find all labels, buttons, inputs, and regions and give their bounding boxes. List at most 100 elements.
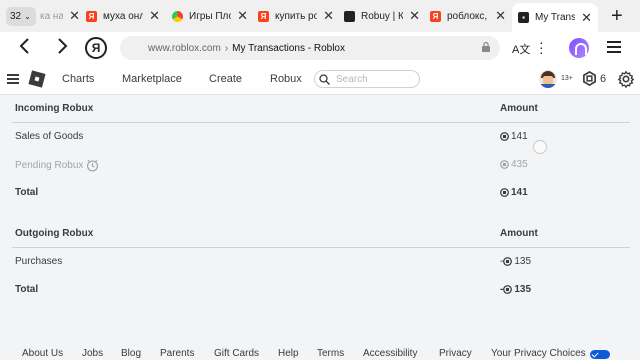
search-input[interactable] (336, 73, 406, 85)
row-amount: - 135 (500, 256, 531, 267)
close-icon[interactable]: ✕ (581, 10, 592, 26)
footer-link-privacy-choices[interactable]: Your Privacy Choices (491, 348, 586, 359)
tab-title: My Transa (535, 12, 576, 23)
nav-robux[interactable]: Robux (270, 73, 302, 85)
footer-link-privacy[interactable]: Privacy (439, 348, 472, 359)
footer-link-jobs[interactable]: Jobs (82, 348, 103, 359)
row-label: Pending Robux (15, 159, 99, 172)
row-amount: 435 (500, 159, 528, 170)
table-row-total: Total - 135 (12, 276, 630, 304)
amount-value: 135 (514, 256, 532, 267)
amount-value: 141 (511, 187, 528, 198)
yandex-icon: Я (86, 10, 97, 22)
alice-assistant-icon[interactable] (569, 38, 589, 58)
yandex-icon: Я (258, 10, 269, 22)
robux-icon (503, 285, 513, 294)
yandex-icon: Я (430, 10, 441, 22)
robux-icon (503, 257, 513, 266)
footer-links: About Us Jobs Blog Parents Gift Cards He… (0, 346, 640, 360)
chevron-down-icon: ⌄ (24, 12, 31, 21)
forward-arrow-icon[interactable] (55, 37, 69, 61)
site-header: Charts Marketplace Create Robux 13+ 6 (0, 64, 640, 95)
row-label: Purchases (15, 256, 63, 267)
row-label: Sales of Goods (15, 131, 84, 142)
table-row: Pending Robux 435 (12, 151, 630, 179)
section-header: Incoming Robux Amount (12, 95, 630, 123)
touch-cursor-indicator (533, 140, 547, 154)
footer-link-gift-cards[interactable]: Gift Cards (214, 348, 259, 359)
browser-tab[interactable]: Я роблокс, т ✕ (430, 4, 506, 28)
footer-link-blog[interactable]: Blog (121, 348, 141, 359)
browser-tab[interactable]: Игры Пло ✕ (172, 4, 248, 28)
table-row-total: Total 141 (12, 179, 630, 207)
new-tab-button[interactable]: + (611, 5, 623, 28)
close-icon[interactable]: ✕ (323, 8, 334, 24)
amount-header: Amount (500, 228, 538, 239)
robux-icon (500, 160, 509, 169)
robux-icon[interactable] (582, 71, 597, 86)
nav-marketplace[interactable]: Marketplace (122, 73, 182, 85)
close-icon[interactable]: ✕ (69, 8, 80, 24)
tab-count-button[interactable]: 32 ⌄ (6, 7, 36, 26)
avatar[interactable] (539, 70, 557, 88)
search-box[interactable] (314, 70, 420, 88)
gear-icon[interactable] (617, 70, 635, 88)
tab-title: купить ро (275, 10, 318, 22)
hamburger-menu-icon[interactable] (7, 74, 19, 86)
close-icon[interactable]: ✕ (495, 8, 506, 24)
row-label-text: Pending Robux (15, 160, 84, 171)
url-page-title: My Transactions - Roblox (232, 42, 345, 54)
roblox-icon: ▪ (518, 12, 529, 23)
browser-tab-strip: 32 ⌄ ка на ✕ Я муха онла ✕ Игры Пло ✕ Я … (0, 0, 640, 32)
nav-create[interactable]: Create (209, 73, 242, 85)
roblox-logo-icon[interactable] (28, 70, 46, 88)
outgoing-robux-section: Outgoing Robux Amount Purchases - 135 To… (12, 220, 630, 304)
tab-title: Robuy | Ку (361, 10, 404, 22)
section-header: Outgoing Robux Amount (12, 220, 630, 248)
footer-link-about-us[interactable]: About Us (22, 348, 63, 359)
privacy-choices-icon (590, 350, 610, 359)
tab-count: 32 (10, 11, 22, 22)
amount-header: Amount (500, 103, 538, 114)
back-arrow-icon[interactable] (18, 37, 32, 61)
nav-charts[interactable]: Charts (62, 73, 94, 85)
browser-tab[interactable]: Я купить ро ✕ (258, 4, 334, 28)
amount-value: 435 (511, 159, 528, 170)
row-amount: 141 (500, 187, 528, 198)
amount-value: 135 (514, 284, 532, 295)
section-title: Incoming Robux (15, 103, 94, 114)
yandex-games-icon (172, 10, 183, 22)
robux-balance[interactable]: 6 (600, 73, 606, 85)
address-bar-row: Я www.roblox.com › My Transactions - Rob… (0, 32, 640, 64)
tab-title: ка на (40, 10, 64, 22)
browser-tab[interactable]: ка на ✕ (40, 4, 80, 28)
age-badge: 13+ (561, 75, 573, 82)
row-label: Total (15, 187, 39, 198)
browser-tab[interactable]: Я муха онла ✕ (86, 4, 160, 28)
yandex-home-icon[interactable]: Я (85, 37, 107, 59)
table-row: Purchases - 135 (12, 248, 630, 276)
browser-menu-icon[interactable] (607, 41, 621, 56)
amount-value: 141 (511, 131, 528, 142)
row-amount: 141 (500, 131, 528, 142)
close-icon[interactable]: ✕ (149, 8, 160, 24)
footer-link-help[interactable]: Help (278, 348, 299, 359)
footer-link-accessibility[interactable]: Accessibility (363, 348, 417, 359)
footer-link-parents[interactable]: Parents (160, 348, 194, 359)
tab-title: роблокс, т (447, 10, 489, 22)
transactions-summary: Incoming Robux Amount Sales of Goods 141… (0, 95, 640, 360)
browser-tab-active[interactable]: ▪ My Transa ✕ (512, 3, 598, 32)
search-icon (319, 73, 330, 85)
footer-link-terms[interactable]: Terms (317, 348, 344, 359)
browser-tab[interactable]: Robuy | Ку ✕ (344, 4, 420, 28)
close-icon[interactable]: ✕ (409, 8, 420, 24)
clock-icon[interactable] (86, 159, 99, 172)
tab-title: муха онла (103, 10, 144, 22)
url-separator: › (224, 42, 229, 54)
lock-icon[interactable] (482, 42, 490, 52)
close-icon[interactable]: ✕ (237, 8, 248, 24)
translate-icon[interactable]: A文 (512, 41, 530, 57)
more-options-icon[interactable]: · · · (539, 35, 544, 59)
tab-title: Игры Пло (189, 10, 232, 22)
url-field[interactable]: www.roblox.com › My Transactions - Roblo… (120, 36, 500, 60)
